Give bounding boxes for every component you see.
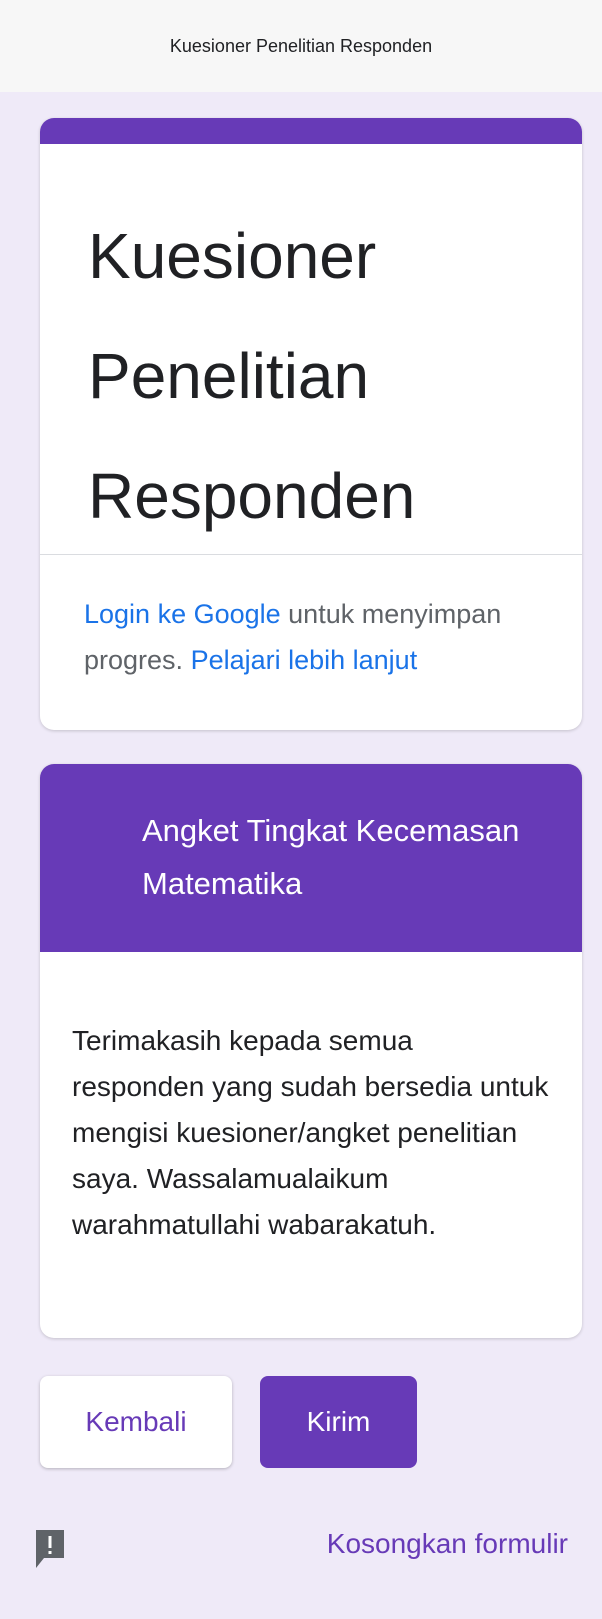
form-title: Kuesioner Penelitian Responden <box>88 220 416 532</box>
clear-form-link[interactable]: Kosongkan formulir <box>327 1528 568 1560</box>
title-accent-strip <box>40 118 582 144</box>
form-title-card: Kuesioner Penelitian Responden Login ke … <box>40 118 582 730</box>
section-title: Angket Tingkat Kecemasan Matematika <box>142 813 520 901</box>
back-button[interactable]: Kembali <box>40 1376 232 1468</box>
page-title: Kuesioner Penelitian Responden <box>169 35 433 56</box>
submit-button[interactable]: Kirim <box>260 1376 417 1468</box>
login-google-link[interactable]: Login ke Google <box>84 599 281 629</box>
section-description: Terimakasih kepada semua responden yang … <box>72 1025 549 1240</box>
section-header: Angket Tingkat Kecemasan Matematika <box>40 764 582 952</box>
report-problem-icon[interactable] <box>34 1528 66 1570</box>
login-note: Login ke Google untuk menyimpan progres.… <box>40 555 582 683</box>
learn-more-link[interactable]: Pelajari lebih lanjut <box>191 645 418 675</box>
section-card: Angket Tingkat Kecemasan Matematika Teri… <box>40 764 582 1338</box>
top-bar: Kuesioner Penelitian Responden <box>0 0 602 92</box>
